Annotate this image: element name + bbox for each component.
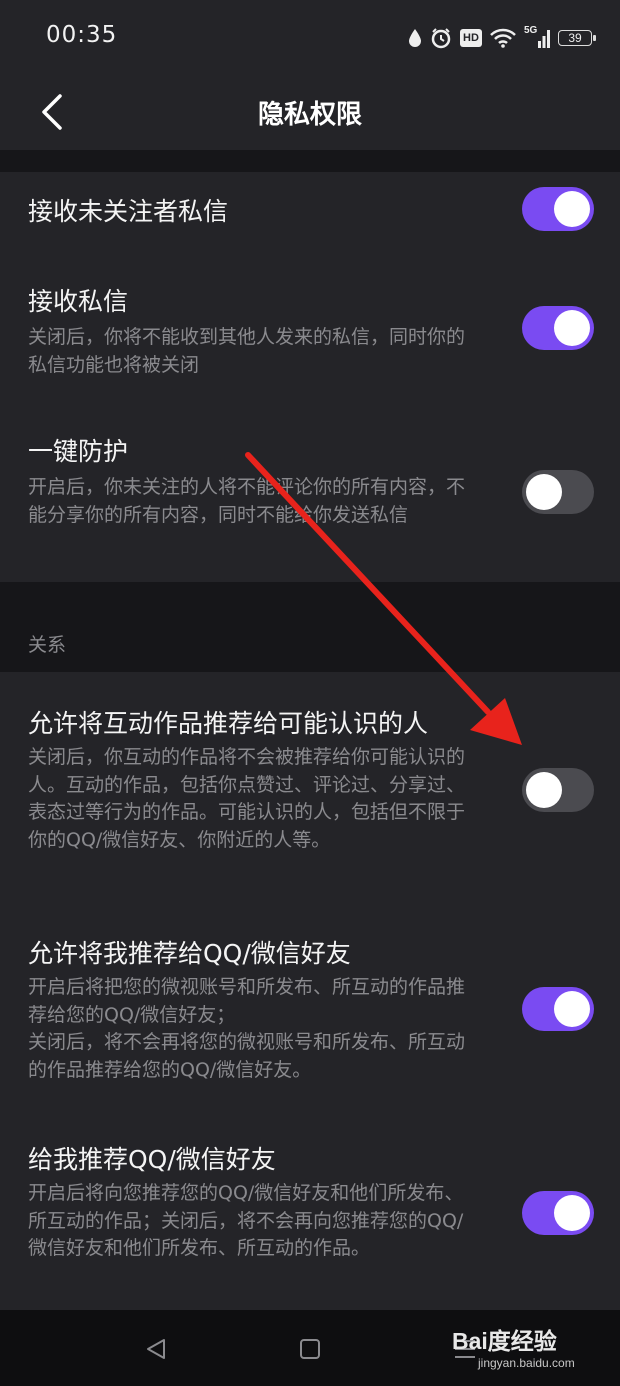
header: 隐私权限 [0, 76, 620, 150]
setting-title: 允许将我推荐给QQ/微信好友 [28, 939, 351, 968]
setting-title: 允许将互动作品推荐给可能认识的人 [28, 709, 429, 738]
setting-row-protection: 一键防护 开启后，你未关注的人将不能评论你的所有内容，不能分享你的所有内容，同时… [0, 418, 620, 568]
setting-title: 给我推荐QQ/微信好友 [28, 1145, 276, 1174]
hd-icon: HD [460, 29, 482, 47]
message-settings-section: 接收未关注者私信 接收私信 关闭后，你将不能收到其他人发来的私信，同时你的私信功… [0, 172, 620, 582]
toggle-switch[interactable] [522, 1191, 594, 1235]
wifi-icon [490, 28, 516, 48]
setting-title: 接收未关注者私信 [28, 197, 229, 226]
signal-5g-icon: 5G [524, 25, 550, 49]
section-header-relationship: 关系 [28, 634, 67, 656]
watermark-logo: Bai度经验 [452, 1328, 557, 1354]
toggle-knob [526, 474, 562, 510]
watermark-url: jingyan.baidu.com [478, 1356, 575, 1370]
setting-title: 一键防护 [28, 437, 129, 466]
page-title: 隐私权限 [257, 100, 362, 130]
setting-row-recommend-me: 允许将我推荐给QQ/微信好友 开启后将把您的微视账号和所发布、所互动的作品推荐给… [0, 922, 620, 1102]
toggle-knob [526, 772, 562, 808]
setting-row-follow-messages: 接收未关注者私信 [0, 172, 620, 248]
back-triangle-icon[interactable] [144, 1337, 168, 1361]
toggle-switch[interactable] [522, 470, 594, 514]
toggle-switch[interactable] [522, 987, 594, 1031]
system-navigation-bar: Bai度经验 jingyan.baidu.com [0, 1310, 620, 1386]
toggle-switch[interactable] [522, 306, 594, 350]
toggle-knob [554, 310, 590, 346]
section-header-bar: 关系 [0, 582, 620, 672]
setting-row-recommend-works: 允许将互动作品推荐给可能认识的人 关闭后，你互动的作品将不会被推荐给你可能认识的… [0, 672, 620, 902]
status-bar: 00:35 HD 5G 39 [0, 0, 620, 76]
setting-description: 关闭后，你将不能收到其他人发来的私信，同时你的私信功能也将被关闭 [28, 326, 466, 376]
setting-description: 关闭后，你互动的作品将不会被推荐给你可能认识的人。互动的作品，包括你点赞过、评论… [28, 746, 466, 851]
setting-description: 开启后将把您的微视账号和所发布、所互动的作品推荐给您的QQ/微信好友； 关闭后，… [28, 976, 466, 1081]
setting-description: 开启后，你未关注的人将不能评论你的所有内容，不能分享你的所有内容，同时不能给你发… [28, 476, 466, 526]
status-icons: HD 5G 39 [408, 22, 598, 54]
divider [0, 150, 620, 172]
alarm-icon [431, 28, 451, 49]
setting-description: 开启后将向您推荐您的QQ/微信好友和他们所发布、所互动的作品；关闭后，将不会再向… [28, 1182, 464, 1259]
relationship-section: 允许将互动作品推荐给可能认识的人 关闭后，你互动的作品将不会被推荐给你可能认识的… [0, 672, 620, 1310]
toggle-knob [554, 991, 590, 1027]
clock: 00:35 [46, 22, 118, 48]
toggle-switch[interactable] [522, 187, 594, 231]
water-drop-icon [409, 29, 421, 47]
toggle-knob [554, 191, 590, 227]
toggle-switch[interactable] [522, 768, 594, 812]
setting-title: 接收私信 [28, 287, 129, 316]
setting-row-recommend-friends: 给我推荐QQ/微信好友 开启后将向您推荐您的QQ/微信好友和他们所发布、所互动的… [0, 1128, 620, 1298]
setting-row-private-messages: 接收私信 关闭后，你将不能收到其他人发来的私信，同时你的私信功能也将被关闭 [0, 268, 620, 398]
watermark: Bai度经验 jingyan.baidu.com [452, 1320, 592, 1378]
battery-icon: 39 [558, 28, 598, 48]
home-square-icon[interactable] [298, 1337, 322, 1361]
toggle-knob [554, 1195, 590, 1231]
